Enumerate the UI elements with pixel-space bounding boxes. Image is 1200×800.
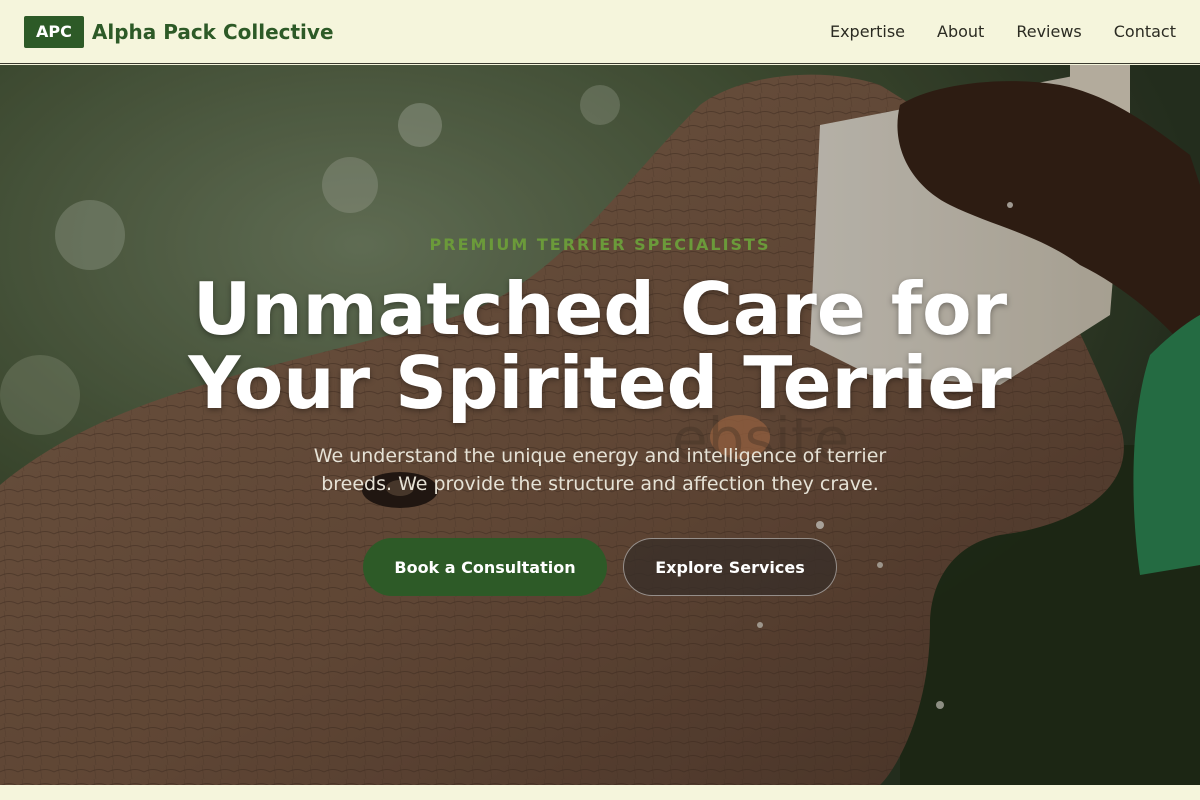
next-section-edge [0,785,1200,800]
book-consultation-button[interactable]: Book a Consultation [363,538,607,596]
hero-subheadline: We understand the unique energy and inte… [313,445,887,495]
brand[interactable]: APC Alpha Pack Collective [24,15,334,48]
hero-headline: Unmatched Care for Your Spirited Terrier [188,267,1012,425]
brand-name[interactable]: Alpha Pack Collective [92,20,334,44]
nav-link-about[interactable]: About [937,22,984,41]
nav-link-contact[interactable]: Contact [1114,22,1176,41]
hero-content: PREMIUM TERRIER SPECIALISTS Unmatched Ca… [0,235,1200,596]
nav-link-expertise[interactable]: Expertise [830,22,905,41]
logo-badge[interactable]: APC [24,15,84,48]
nav-link-reviews[interactable]: Reviews [1016,22,1081,41]
hero-section: ebsite PREMIUM TERRIER SPECIALISTS Unmat… [0,65,1200,785]
hero-eyebrow: PREMIUM TERRIER SPECIALISTS [429,235,771,254]
explore-services-button[interactable]: Explore Services [623,538,837,596]
main-nav: Expertise About Reviews Contact [830,22,1176,41]
hero-cta-row: Book a Consultation Explore Services [363,538,837,596]
site-header: APC Alpha Pack Collective Expertise Abou… [0,0,1200,64]
